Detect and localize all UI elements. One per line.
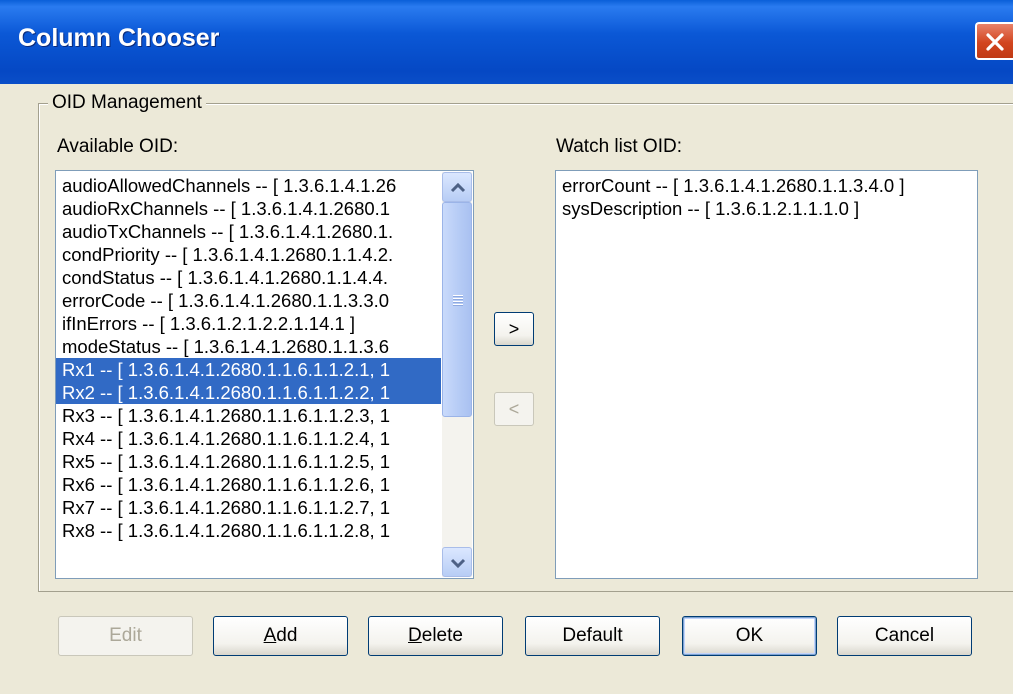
group-label: OID Management [48, 92, 206, 114]
watchlist-oid-items: errorCount -- [ 1.3.6.1.4.1.2680.1.1.3.4… [556, 174, 977, 220]
delete-button[interactable]: Delete [368, 616, 503, 656]
watchlist-oid-item[interactable]: errorCount -- [ 1.3.6.1.4.1.2680.1.1.3.4… [556, 174, 977, 197]
chevron-up-icon [450, 182, 466, 193]
available-oid-item[interactable]: Rx5 -- [ 1.3.6.1.4.1.2680.1.1.6.1.1.2.5,… [56, 450, 441, 473]
close-button[interactable] [975, 22, 1013, 60]
scroll-up-button[interactable] [442, 172, 472, 202]
cancel-button[interactable]: Cancel [837, 616, 972, 656]
delete-button-label: Delete [408, 625, 463, 646]
add-button-label: Add [263, 625, 298, 646]
available-oid-item[interactable]: Rx2 -- [ 1.3.6.1.4.1.2680.1.1.6.1.1.2.2,… [56, 381, 441, 404]
ok-button[interactable]: OK [682, 616, 817, 656]
available-oid-item[interactable]: errorCode -- [ 1.3.6.1.4.1.2680.1.1.3.3.… [56, 289, 441, 312]
scroll-down-button[interactable] [442, 547, 472, 577]
close-x-icon [986, 33, 1004, 51]
default-button-label: Default [562, 625, 623, 646]
scroll-thumb[interactable] [442, 202, 472, 417]
default-button[interactable]: Default [525, 616, 660, 656]
available-oid-item[interactable]: modeStatus -- [ 1.3.6.1.4.1.2680.1.1.3.6 [56, 335, 441, 358]
edit-button[interactable]: Edit [58, 616, 193, 656]
available-oid-list[interactable]: audioAllowedChannels -- [ 1.3.6.1.4.1.26… [55, 170, 474, 579]
cancel-button-label: Cancel [874, 625, 935, 646]
available-oid-items: audioAllowedChannels -- [ 1.3.6.1.4.1.26… [56, 174, 441, 542]
available-oid-item[interactable]: Rx8 -- [ 1.3.6.1.4.1.2680.1.1.6.1.1.2.8,… [56, 519, 441, 542]
move-left-button[interactable]: < [494, 392, 534, 426]
available-list-scrollbar[interactable] [442, 172, 472, 577]
available-oid-item[interactable]: Rx4 -- [ 1.3.6.1.4.1.2680.1.1.6.1.1.2.4,… [56, 427, 441, 450]
edit-button-label: Edit [109, 625, 142, 646]
available-oid-item[interactable]: audioRxChannels -- [ 1.3.6.1.4.1.2680.1 [56, 197, 441, 220]
watchlist-oid-item[interactable]: sysDescription -- [ 1.3.6.1.2.1.1.1.0 ] [556, 197, 977, 220]
available-oid-item[interactable]: Rx1 -- [ 1.3.6.1.4.1.2680.1.1.6.1.1.2.1,… [56, 358, 441, 381]
available-oid-label: Available OID: [57, 136, 179, 157]
window-title: Column Chooser [18, 24, 220, 52]
available-oid-item[interactable]: audioTxChannels -- [ 1.3.6.1.4.1.2680.1. [56, 220, 441, 243]
available-oid-item[interactable]: condPriority -- [ 1.3.6.1.4.1.2680.1.1.4… [56, 243, 441, 266]
move-right-button[interactable]: > [494, 312, 534, 346]
available-oid-item[interactable]: Rx6 -- [ 1.3.6.1.4.1.2680.1.1.6.1.1.2.6,… [56, 473, 441, 496]
watchlist-oid-label: Watch list OID: [556, 136, 682, 157]
available-oid-item[interactable]: Rx7 -- [ 1.3.6.1.4.1.2680.1.1.6.1.1.2.7,… [56, 496, 441, 519]
available-oid-item[interactable]: Rx3 -- [ 1.3.6.1.4.1.2680.1.1.6.1.1.2.3,… [56, 404, 441, 427]
move-left-symbol: < [508, 399, 520, 419]
move-right-symbol: > [508, 319, 520, 339]
add-button[interactable]: Add [213, 616, 348, 656]
ok-button-label: OK [735, 625, 764, 646]
watchlist-oid-list[interactable]: errorCount -- [ 1.3.6.1.4.1.2680.1.1.3.4… [555, 170, 978, 579]
available-oid-item[interactable]: audioAllowedChannels -- [ 1.3.6.1.4.1.26 [56, 174, 441, 197]
available-oid-item[interactable]: ifInErrors -- [ 1.3.6.1.2.1.2.2.1.14.1 ] [56, 312, 441, 335]
available-oid-item[interactable]: condStatus -- [ 1.3.6.1.4.1.2680.1.1.4.4… [56, 266, 441, 289]
chevron-down-icon [450, 558, 466, 569]
title-bar: Column Chooser [0, 0, 1013, 84]
